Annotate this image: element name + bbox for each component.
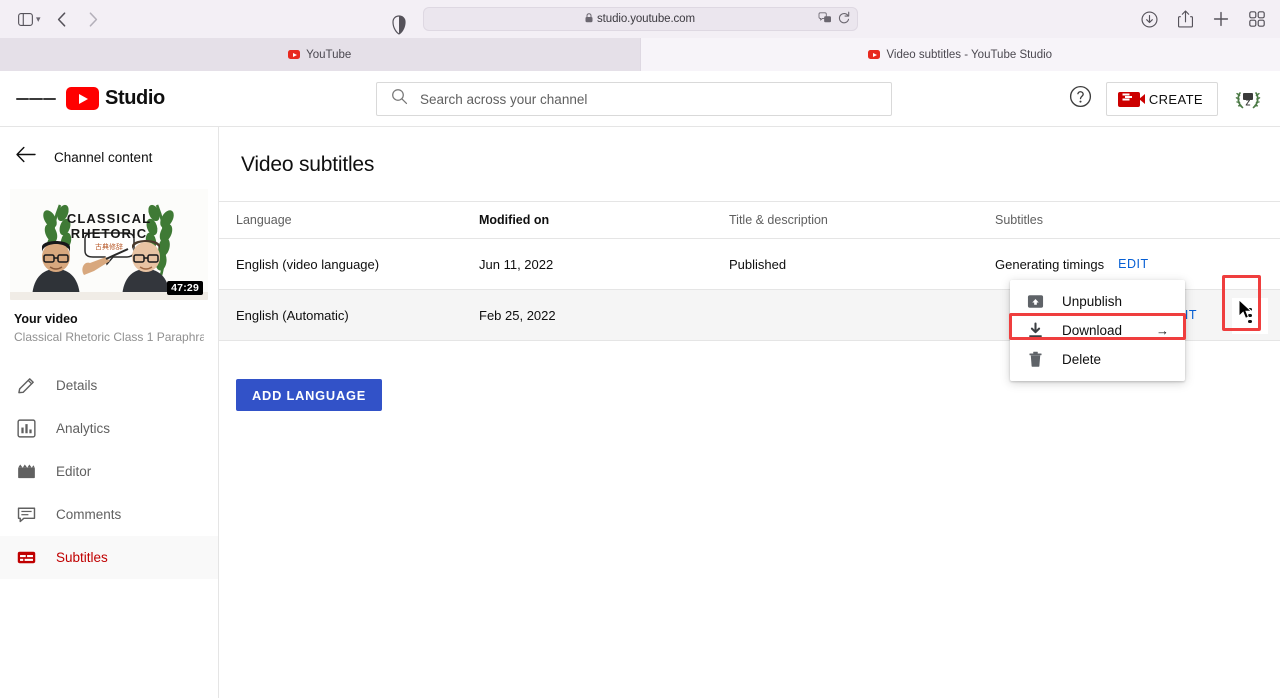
studio-header-actions: CREATE Z [1069, 71, 1264, 127]
create-button-label: CREATE [1148, 91, 1203, 107]
browser-tab-studio[interactable]: Video subtitles - YouTube Studio [640, 38, 1280, 71]
avatar[interactable]: Z [1232, 83, 1264, 115]
url-hostname: studio.youtube.com [597, 13, 695, 25]
kebab-menu-button[interactable] [1232, 297, 1268, 334]
column-header-language[interactable]: Language [219, 213, 479, 227]
menu-item-label: Unpublish [1062, 294, 1123, 309]
menu-item-label: Delete [1062, 352, 1102, 367]
studio-header: Studio Search across your channel CREATE [0, 71, 1280, 127]
your-video-label: Your video [14, 312, 78, 326]
cell-title-description: Published [729, 256, 787, 272]
browser-toolbar-right [1134, 0, 1272, 38]
studio-logo-text: Studio [105, 87, 165, 109]
search-icon [391, 88, 408, 110]
sidebar-nav: Details Analytics Editor Comments Subtit… [0, 364, 218, 579]
back-button[interactable] [47, 6, 77, 32]
tab-overview-icon[interactable] [1242, 6, 1272, 32]
cell-modified-on: Feb 25, 2022 [479, 307, 556, 323]
menu-item-download[interactable]: Download → [1010, 316, 1185, 345]
thumbnail-title-line1: CLASSICAL [66, 211, 152, 226]
video-meta: Your video Classical Rhetoric Class 1 Pa… [0, 300, 218, 344]
reload-icon[interactable] [838, 11, 850, 29]
downloads-icon[interactable] [1134, 6, 1164, 32]
browser-toolbar: ▾ studio.youtube.com [0, 0, 1280, 38]
download-icon [1026, 322, 1044, 339]
sidebar-item-details[interactable]: Details [0, 364, 218, 407]
thumbnail-title-line2: RHETORIC [70, 226, 148, 241]
url-text: studio.youtube.com [585, 13, 695, 25]
youtube-favicon-icon [868, 50, 881, 59]
search-input[interactable]: Search across your channel [376, 82, 892, 116]
subtitles-icon [14, 546, 38, 570]
cell-modified-on: Jun 11, 2022 [479, 256, 554, 272]
cell-language: English (video language) [236, 256, 380, 272]
browser-tab-title: YouTube [306, 48, 352, 61]
youtube-favicon-icon [288, 50, 301, 59]
page-title: Video subtitles [241, 153, 375, 176]
menu-item-delete[interactable]: Delete [1010, 345, 1185, 374]
browser-tab-youtube[interactable]: YouTube [0, 38, 641, 71]
add-language-button[interactable]: ADD LANGUAGE [236, 379, 383, 411]
sidebar-item-label: Analytics [56, 421, 111, 436]
cell-language: English (Automatic) [236, 307, 349, 323]
browser-tab-title: Video subtitles - YouTube Studio [886, 48, 1053, 61]
sidebar: Channel content 古典修辞 CLASSICAL RHETORIC … [0, 127, 219, 698]
back-to-channel-content[interactable]: Channel content [0, 133, 218, 181]
analytics-icon [14, 417, 38, 441]
tab-bar: YouTube Video subtitles - YouTube Studio [0, 38, 1280, 71]
sidebar-item-comments[interactable]: Comments [0, 493, 218, 536]
main-content: Video subtitles Language Modified on Tit… [219, 127, 1280, 698]
browser-nav-controls: ▾ [0, 6, 109, 32]
menu-item-unpublish[interactable]: Unpublish [1010, 287, 1185, 316]
pencil-icon [14, 374, 38, 398]
page-body: Channel content 古典修辞 CLASSICAL RHETORIC … [0, 127, 1280, 698]
sidebar-item-editor[interactable]: Editor [0, 450, 218, 493]
new-tab-icon[interactable] [1206, 6, 1236, 32]
arrow-right-icon: → [1156, 323, 1169, 338]
translate-icon[interactable] [818, 11, 832, 29]
url-input[interactable]: studio.youtube.com [422, 7, 858, 31]
arrow-left-icon [16, 146, 36, 168]
menu-item-label: Download [1062, 323, 1123, 338]
editor-icon [14, 460, 38, 484]
edit-link[interactable]: EDIT [1118, 257, 1148, 271]
column-header-modified-on[interactable]: Modified on [479, 213, 729, 227]
video-camera-icon [1117, 91, 1145, 107]
video-thumbnail: 古典修辞 CLASSICAL RHETORIC 47:29 [10, 189, 208, 300]
address-bar-area: studio.youtube.com [0, 7, 1280, 35]
comments-icon [14, 503, 38, 527]
lock-icon [585, 13, 593, 23]
video-duration-badge: 47:29 [167, 281, 203, 295]
trash-icon [1026, 351, 1044, 368]
sidebar-item-label: Editor [56, 464, 92, 479]
video-title: Classical Rhetoric Class 1 Paraphra... [14, 330, 204, 344]
row-actions [1232, 290, 1268, 341]
forward-button[interactable] [79, 6, 109, 32]
svg-text:Z: Z [1246, 99, 1251, 108]
sidebar-item-label: Subtitles [56, 550, 108, 565]
thumbnail-title: CLASSICAL RHETORIC [10, 211, 208, 241]
create-button[interactable]: CREATE [1105, 82, 1218, 116]
share-icon[interactable] [1170, 6, 1200, 32]
unpublish-cloud-icon [1026, 293, 1044, 310]
video-thumbnail-block[interactable]: 古典修辞 CLASSICAL RHETORIC 47:29 [0, 181, 218, 300]
youtube-play-icon [66, 87, 99, 110]
cell-subtitles-status: Generating timings [995, 256, 1105, 272]
privacy-report-icon[interactable] [392, 15, 406, 40]
back-label: Channel content [54, 149, 153, 165]
help-icon[interactable] [1069, 85, 1092, 113]
column-header-subtitles[interactable]: Subtitles [995, 213, 1280, 227]
sidebar-item-subtitles[interactable]: Subtitles [0, 536, 218, 579]
studio-logo[interactable]: Studio [66, 87, 165, 110]
sidebar-item-label: Comments [56, 507, 122, 522]
svg-text:古典修辞: 古典修辞 [95, 242, 123, 251]
table-header-row: Language Modified on Title & description… [219, 201, 1280, 239]
sidebar-item-analytics[interactable]: Analytics [0, 407, 218, 450]
row-context-menu: Unpublish Download → Delete [1010, 280, 1185, 381]
hamburger-menu-icon[interactable] [16, 79, 56, 119]
sidebar-item-label: Details [56, 378, 98, 393]
search-placeholder: Search across your channel [420, 91, 588, 107]
chevron-down-icon[interactable]: ▾ [36, 14, 41, 25]
column-header-title-description[interactable]: Title & description [729, 213, 995, 227]
